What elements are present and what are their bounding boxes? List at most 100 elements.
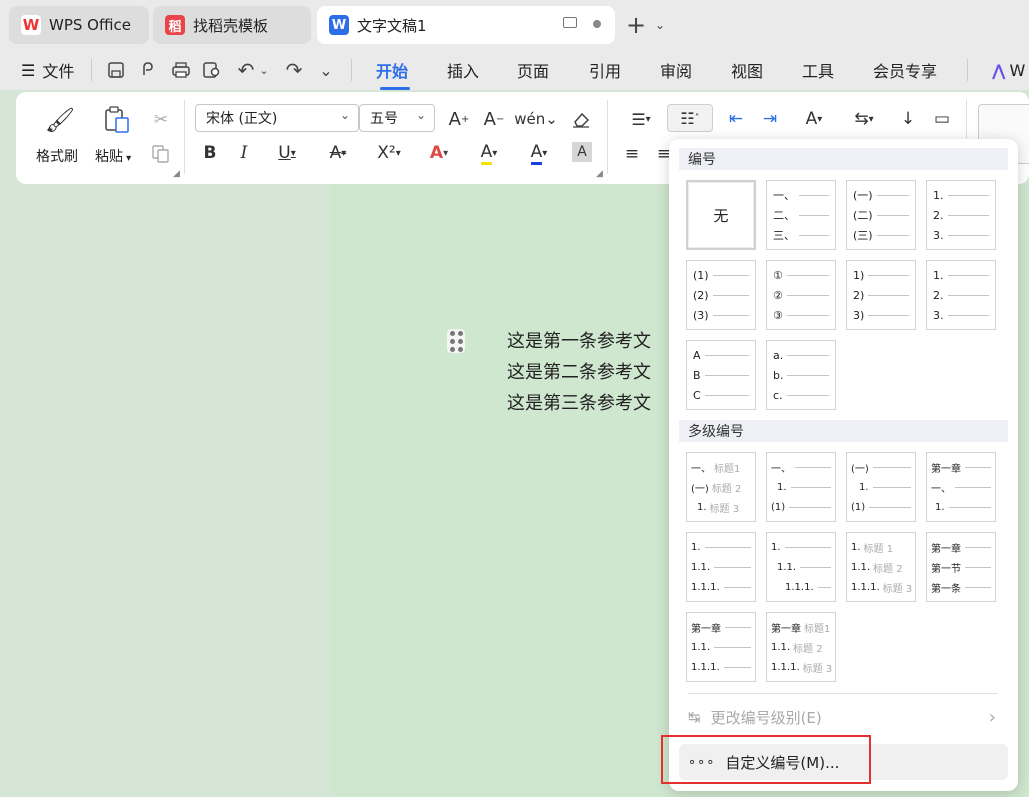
multilevel-preview-line: 第一条: [931, 577, 991, 597]
tab-tools[interactable]: 工具: [802, 50, 834, 90]
decrease-font-icon[interactable]: A −: [481, 106, 507, 132]
multilevel-numbering-option[interactable]: 1. 1.1. 1.1.1.: [686, 532, 756, 602]
print-icon[interactable]: [169, 58, 193, 82]
text-direction-button[interactable]: A ▾: [794, 106, 834, 132]
numbering-marker: 1): [853, 268, 865, 282]
font-name-select[interactable]: 宋体 (正文) ⌄: [195, 104, 359, 132]
multilevel-numbering-option[interactable]: 第一章 标题1 1.1. 标题 2 1.1.1. 标题 3: [766, 612, 836, 682]
bold-button[interactable]: B: [199, 140, 221, 166]
document-paragraph[interactable]: 这是第一条参考文: [507, 327, 651, 353]
numbering-option[interactable]: (1) (2) (3): [686, 260, 756, 330]
strikethrough-button[interactable]: A ▾: [321, 140, 355, 166]
multilevel-numbering-option[interactable]: 第一章 第一节 第一条: [926, 532, 996, 602]
multilevel-numbering-option[interactable]: 第一章 一、 1.: [926, 452, 996, 522]
line-spacing-button[interactable]: ⇆ ▾: [844, 106, 884, 132]
paste-icon[interactable]: [100, 104, 134, 136]
tab-label: 找稻壳模板: [193, 16, 269, 35]
numbering-marker: 2): [853, 288, 865, 302]
numbering-option[interactable]: 1. 2. 3.: [926, 180, 996, 250]
font-color-button[interactable]: A ▾: [521, 140, 557, 166]
underline-label: U: [278, 143, 291, 163]
copy-icon[interactable]: [149, 142, 173, 166]
paste-label: 粘贴: [95, 149, 123, 165]
divider: [607, 100, 608, 174]
tab-view[interactable]: 视图: [731, 50, 763, 90]
text-effect-button[interactable]: A ▾: [421, 140, 457, 166]
numbering-option-none[interactable]: 无: [686, 180, 756, 250]
numbering-marker: (三): [853, 229, 873, 242]
numbering-option[interactable]: ABC: [686, 340, 756, 410]
tab-member[interactable]: 会员专享: [873, 50, 937, 90]
tab-references[interactable]: 引用: [589, 50, 621, 90]
tab-wps-office[interactable]: W WPS Office: [9, 6, 149, 44]
numbering-option[interactable]: 1) 2) 3): [846, 260, 916, 330]
multilevel-numbering-option[interactable]: 1. 标题 1 1.1. 标题 2 1.1.1. 标题 3: [846, 532, 916, 602]
numbering-preview-line: 3): [853, 305, 909, 325]
numbering-option[interactable]: 1. 2. 3.: [926, 260, 996, 330]
tab-review[interactable]: 审阅: [660, 50, 692, 90]
numbering-preview-line: 1.: [933, 265, 989, 285]
redo-icon[interactable]: ↷: [283, 58, 305, 82]
paste-button[interactable]: 粘贴 ▾: [95, 146, 131, 166]
menu-bar: ☰ 文件 ↶ ⌄ ↷ ⌄ 开始 插入 页面 引用 审阅 视图 工具 会员专享 ⋀ W: [0, 50, 1029, 90]
tab-start[interactable]: 开始: [376, 50, 408, 90]
dialog-launcher-icon[interactable]: ◢: [596, 169, 603, 179]
italic-button[interactable]: I: [233, 140, 255, 166]
align-left-icon[interactable]: ≡: [622, 142, 642, 166]
numbering-marker: 1.1.: [691, 641, 711, 653]
cut-icon[interactable]: ✂: [149, 108, 173, 132]
menu-lines-icon: ☰: [21, 60, 36, 80]
sort-icon[interactable]: ↓: [896, 106, 920, 132]
tab-insert[interactable]: 插入: [447, 50, 479, 90]
highlight-button[interactable]: A ▾: [471, 140, 507, 166]
increase-font-icon[interactable]: A +: [446, 106, 472, 132]
chevron-down-icon[interactable]: ⌄: [652, 13, 668, 37]
chevron-down-icon[interactable]: ⌄: [258, 58, 270, 82]
multilevel-numbering-option[interactable]: 1. 1.1. 1.1.1.: [766, 532, 836, 602]
print-preview-icon[interactable]: [200, 58, 224, 82]
tab-page[interactable]: 页面: [517, 50, 549, 90]
clear-format-eraser-icon[interactable]: [569, 106, 593, 132]
drag-handle-icon[interactable]: [447, 329, 465, 353]
save-icon[interactable]: [104, 58, 128, 82]
superscript-button[interactable]: X² ▾: [370, 140, 408, 166]
numbering-preview-line: 2.: [933, 285, 989, 305]
numbering-marker: 1.1.: [777, 561, 797, 573]
phonetic-guide-icon[interactable]: wén⌄: [514, 106, 558, 132]
document-paragraph[interactable]: 这是第二条参考文: [507, 358, 651, 384]
more-chevron-icon[interactable]: ⌄: [314, 58, 338, 82]
bullet-list-button[interactable]: ☰ ▾: [622, 106, 660, 132]
multilevel-preview-line: 1.1.1.: [785, 577, 831, 597]
change-numbering-level-item: ↹ 更改编号级别(E) ›: [679, 699, 1008, 735]
file-menu[interactable]: ☰ 文件: [21, 50, 74, 90]
undo-icon[interactable]: ↶: [235, 58, 257, 82]
character-shading-button[interactable]: A: [572, 142, 592, 162]
tab-ai[interactable]: ⋀ W: [992, 50, 1025, 90]
format-painter-label[interactable]: 格式刷: [36, 146, 78, 166]
numbering-option[interactable]: 一、 二、 三、: [766, 180, 836, 250]
dialog-launcher-icon[interactable]: ◢: [173, 169, 180, 179]
new-tab-plus-icon[interactable]: +: [625, 11, 647, 39]
decrease-indent-icon[interactable]: ⇤: [724, 106, 748, 132]
underline-button[interactable]: U ▾: [270, 140, 304, 166]
monitor-icon[interactable]: [563, 17, 577, 28]
multilevel-preview-line: 1. 标题 1: [851, 537, 911, 557]
multilevel-numbering-option[interactable]: (一) 1. (1): [846, 452, 916, 522]
numbering-option[interactable]: a. b. c.: [766, 340, 836, 410]
multilevel-numbering-option[interactable]: 第一章 1.1. 1.1.1.: [686, 612, 756, 682]
chevron-down-icon: ▾: [817, 113, 823, 125]
tab-document-1[interactable]: W 文字文稿1: [317, 6, 615, 44]
multilevel-numbering-option[interactable]: 一、 1. (1): [766, 452, 836, 522]
numbering-marker: 第一条: [931, 583, 961, 595]
font-size-select[interactable]: 五号 ⌄: [359, 104, 435, 132]
format-painter-icon[interactable]: 🖌︎: [42, 104, 78, 136]
increase-indent-icon[interactable]: ⇥: [758, 106, 782, 132]
export-pdf-icon[interactable]: [137, 58, 161, 82]
numbering-list-button[interactable]: ☷ ˄: [667, 104, 713, 132]
numbering-option[interactable]: (一) (二) (三): [846, 180, 916, 250]
document-paragraph[interactable]: 这是第三条参考文: [507, 389, 651, 415]
tab-docer-templates[interactable]: 稻 找稻壳模板: [153, 6, 311, 44]
numbering-option[interactable]: ① ② ③: [766, 260, 836, 330]
multilevel-numbering-option[interactable]: 一、 标题1 (一) 标题 2 1. 标题 3: [686, 452, 756, 522]
show-hide-marks-icon[interactable]: ▭: [930, 106, 954, 132]
